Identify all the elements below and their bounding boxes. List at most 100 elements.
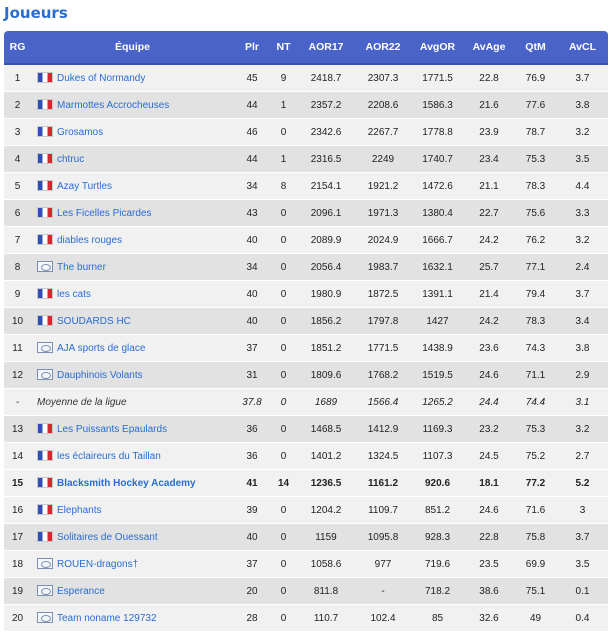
header-plr[interactable]: Plr	[234, 31, 270, 65]
avage-cell: 24.2	[464, 226, 514, 254]
aor17-cell: 2089.9	[297, 226, 355, 254]
avgor-cell: 851.2	[411, 496, 464, 524]
team-link[interactable]: Marmottes Accrocheuses	[57, 100, 169, 111]
qtm-cell: 77.2	[514, 469, 557, 497]
rank-cell: 8	[4, 253, 31, 281]
nt-cell: 1	[270, 91, 297, 119]
table-row: 18 ROUEN-dragons† 37 0 1058.6 977 719.6 23.5 69.…	[4, 550, 608, 578]
team-link[interactable]: The burner	[57, 262, 106, 273]
france-flag-icon	[37, 423, 53, 434]
avcl-cell: 2.4	[557, 253, 608, 281]
table-row: 1 Dukes of Normandy 45 9 2418.7 2307.3 1771.5 2…	[4, 64, 608, 92]
plr-cell: 36	[234, 415, 270, 443]
team-cell: AJA sports de glace	[31, 334, 234, 362]
plr-cell: 40	[234, 226, 270, 254]
aor17-cell: 2096.1	[297, 199, 355, 227]
international-flag-icon	[37, 585, 53, 596]
nt-cell: 0	[270, 307, 297, 335]
league-average-row: - Moyenne de la ligue 37.8 0 1689 1566.4 1265.…	[4, 388, 608, 416]
team-link[interactable]: Team noname 129732	[57, 613, 157, 624]
qtm-cell: 78.3	[514, 172, 557, 200]
header-avgor[interactable]: AvgOR	[411, 31, 464, 65]
team-link[interactable]: Elephants	[57, 505, 101, 516]
team-cell: Blacksmith Hockey Academy	[31, 469, 234, 497]
avcl-cell: 3.2	[557, 415, 608, 443]
nt-cell: 0	[270, 550, 297, 578]
plr-cell: 40	[234, 523, 270, 551]
table-row: 14 les éclaireurs du Taillan 36 0 1401.2 1324…	[4, 442, 608, 470]
avcl-cell: 3.2	[557, 118, 608, 146]
rank-cell: 6	[4, 199, 31, 227]
qtm-cell: 76.2	[514, 226, 557, 254]
avage-cell: 23.4	[464, 145, 514, 173]
team-link[interactable]: Grosamos	[57, 127, 103, 138]
avgor-cell: 928.3	[411, 523, 464, 551]
header-rank[interactable]: RG	[4, 31, 31, 65]
avgor-cell: 1519.5	[411, 361, 464, 389]
team-link[interactable]: SOUDARDS HC	[57, 316, 131, 327]
table-row: 9 les cats 40 0 1980.9 1872.5 1391.1 21.4 79.4 3.…	[4, 280, 608, 308]
table-row: 13 Les Puissants Epaulards 36 0 1468.5 1412.9…	[4, 415, 608, 443]
france-flag-icon	[37, 504, 53, 515]
header-qtm[interactable]: QtM	[514, 31, 557, 65]
team-link[interactable]: AJA sports de glace	[57, 343, 145, 354]
nt-cell: 0	[270, 280, 297, 308]
nt-cell: 0	[270, 226, 297, 254]
qtm-cell: 74.4	[514, 388, 557, 416]
team-cell: chtruc	[31, 145, 234, 173]
aor17-cell: 2316.5	[297, 145, 355, 173]
avcl-cell: 3.7	[557, 64, 608, 92]
header-avcl[interactable]: AvCL	[557, 31, 608, 65]
avage-cell: 24.5	[464, 442, 514, 470]
nt-cell: 0	[270, 334, 297, 362]
team-link[interactable]: Dukes of Normandy	[57, 73, 145, 84]
aor22-cell: 1109.7	[355, 496, 411, 524]
team-link[interactable]: chtruc	[57, 154, 84, 165]
aor17-cell: 1856.2	[297, 307, 355, 335]
avage-cell: 22.8	[464, 523, 514, 551]
rank-cell: -	[4, 388, 31, 416]
header-aor17[interactable]: AOR17	[297, 31, 355, 65]
rank-cell: 15	[4, 469, 31, 497]
team-link[interactable]: Azay Turtles	[57, 181, 112, 192]
avgor-cell: 1632.1	[411, 253, 464, 281]
avgor-cell: 1265.2	[411, 388, 464, 416]
aor22-cell: 2267.7	[355, 118, 411, 146]
team-link[interactable]: les éclaireurs du Taillan	[57, 451, 161, 462]
header-avage[interactable]: AvAge	[464, 31, 514, 65]
header-aor22[interactable]: AOR22	[355, 31, 411, 65]
header-team[interactable]: Équipe	[31, 31, 234, 65]
rank-cell: 2	[4, 91, 31, 119]
team-link[interactable]: les cats	[57, 289, 91, 300]
team-cell: diables rouges	[31, 226, 234, 254]
plr-cell: 20	[234, 577, 270, 605]
avgor-cell: 718.2	[411, 577, 464, 605]
team-link[interactable]: ROUEN-dragons†	[57, 559, 138, 570]
team-link[interactable]: Dauphinois Volants	[57, 370, 143, 381]
header-nt[interactable]: NT	[270, 31, 297, 65]
rank-cell: 19	[4, 577, 31, 605]
plr-cell: 37.8	[234, 388, 270, 416]
avgor-cell: 920.6	[411, 469, 464, 497]
aor17-cell: 2418.7	[297, 64, 355, 92]
aor17-cell: 1980.9	[297, 280, 355, 308]
team-cell: The burner	[31, 253, 234, 281]
team-link[interactable]: Solitaires de Ouessant	[57, 532, 158, 543]
team-cell: Grosamos	[31, 118, 234, 146]
team-cell: Azay Turtles	[31, 172, 234, 200]
avcl-cell: 3.1	[557, 388, 608, 416]
avcl-cell: 3.8	[557, 334, 608, 362]
team-link[interactable]: diables rouges	[57, 235, 122, 246]
avcl-cell: 3.2	[557, 226, 608, 254]
league-average-label: Moyenne de la ligue	[37, 396, 127, 408]
team-link[interactable]: Blacksmith Hockey Academy	[57, 478, 196, 489]
aor22-cell: 1768.2	[355, 361, 411, 389]
team-link[interactable]: Esperance	[57, 586, 105, 597]
team-link[interactable]: Les Puissants Epaulards	[57, 424, 167, 435]
qtm-cell: 75.8	[514, 523, 557, 551]
avcl-cell: 3.5	[557, 550, 608, 578]
team-cell: les éclaireurs du Taillan	[31, 442, 234, 470]
rank-cell: 3	[4, 118, 31, 146]
aor17-cell: 2154.1	[297, 172, 355, 200]
team-link[interactable]: Les Ficelles Picardes	[57, 208, 151, 219]
